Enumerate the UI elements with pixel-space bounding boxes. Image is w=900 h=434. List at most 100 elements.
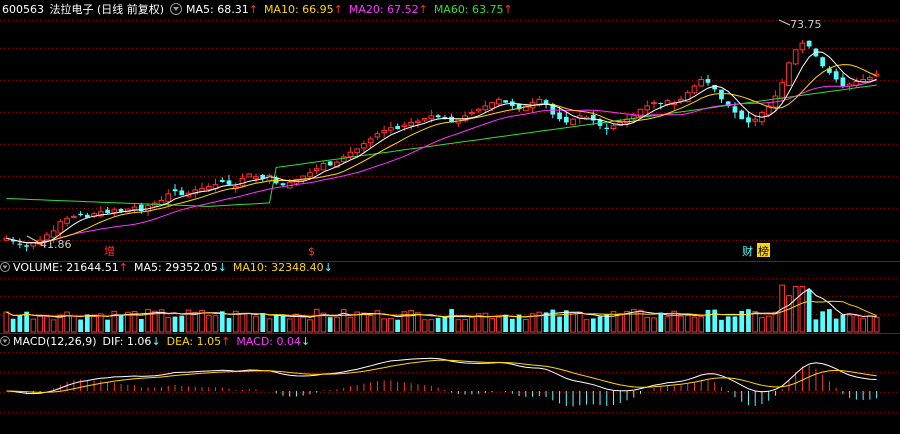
candle-body: [503, 100, 508, 103]
volume-bar: [3, 311, 10, 333]
volume-bar: [273, 315, 279, 332]
legend-arrow: ↓: [151, 335, 160, 348]
candle-body: [50, 230, 57, 238]
candle-body: [489, 102, 495, 109]
volume-bar: [597, 316, 603, 332]
volume-bar: [705, 309, 711, 332]
volume-bar: [698, 315, 705, 333]
candle-body: [165, 193, 172, 203]
volume-bar: [732, 316, 738, 332]
svg-text:41.86: 41.86: [40, 238, 72, 251]
candle-body: [367, 138, 374, 144]
volume-bar: [43, 316, 50, 333]
candle-body: [374, 133, 381, 138]
volume-bar: [489, 318, 495, 333]
candle-body: [604, 127, 610, 130]
candle-body: [327, 161, 333, 166]
candle-body: [779, 82, 786, 99]
candle-body: [179, 190, 185, 196]
marker-caibao[interactable]: 财: [742, 244, 753, 258]
candle-body: [833, 71, 839, 80]
marker-zeng[interactable]: 增: [104, 244, 115, 258]
volume-bar: [300, 316, 307, 333]
macd-dropdown-icon[interactable]: [0, 336, 10, 346]
volume-bar: [813, 319, 819, 332]
volume-bar: [84, 314, 90, 332]
volume-bar: [435, 317, 441, 332]
candle-body: [105, 209, 110, 214]
ma-legend: MA5: 68.31↑ MA10: 66.95↑ MA20: 67.52↑ MA60:…: [186, 3, 513, 16]
candle-body: [205, 186, 212, 190]
volume-bar: [853, 315, 860, 333]
candle-body: [752, 118, 759, 122]
volume-bar: [651, 317, 657, 333]
volume-bar: [78, 319, 83, 332]
candle-body: [820, 57, 826, 67]
legend-item: MACD: 0.04: [236, 335, 301, 348]
candle-body: [495, 98, 502, 105]
candle-body: [226, 180, 232, 185]
volume-bar: [17, 314, 23, 332]
volume-bar: [246, 312, 253, 333]
legend-item: MA10: 32348.40: [233, 261, 324, 274]
candle-body: [320, 162, 327, 171]
candle-body: [17, 243, 23, 245]
volume-bar: [462, 319, 468, 333]
stock-chart: 600563 法拉电子 (日线 前复权) MA5: 68.31↑ MA10: 66…: [0, 2, 900, 413]
candle-body: [435, 115, 441, 118]
volume-bar: [719, 319, 724, 332]
candle-body: [746, 117, 751, 123]
candle-body: [381, 129, 388, 134]
legend-arrow: ↑: [221, 335, 230, 348]
dropdown-triangle-icon[interactable]: [170, 3, 182, 15]
candle-body: [475, 108, 482, 112]
volume-bar: [522, 319, 529, 333]
volume-legend: VOLUME: 21644.51↑ MA5: 29352.05↓ MA10: 323…: [13, 261, 333, 274]
candle-body: [172, 189, 178, 192]
marker-bang[interactable]: 榜: [758, 244, 769, 258]
candle-body: [786, 62, 792, 86]
legend-arrow: ↑: [119, 261, 128, 274]
candle-body: [570, 118, 576, 126]
volume-bar: [313, 308, 320, 333]
volume-bar: [563, 310, 569, 332]
candle-body: [482, 105, 489, 111]
volume-bar: [557, 316, 562, 332]
ma20-line: [6, 79, 877, 244]
legend-item: MA5: 68.31: [186, 3, 249, 16]
volume-bar: [105, 319, 110, 332]
marker-dividend[interactable]: $: [308, 245, 315, 258]
volume-bar: [503, 314, 508, 332]
volume-bar: [712, 309, 718, 332]
volume-bar: [286, 318, 293, 333]
volume-bar: [179, 315, 185, 332]
volume-bar: [219, 311, 225, 332]
stock-title: 600563 法拉电子 (日线 前复权): [2, 2, 164, 16]
volume-bar: [765, 315, 772, 333]
volume-bar: [846, 314, 853, 333]
candle-body: [199, 188, 205, 192]
volume-bar: [806, 289, 812, 332]
legend-arrow: ↓: [324, 261, 333, 274]
legend-item: MA20: 67.52: [349, 3, 419, 16]
volume-bar: [347, 316, 354, 333]
candle-body: [806, 40, 812, 47]
volume-bar: [678, 315, 684, 333]
volume-bar: [253, 315, 259, 333]
volume-dropdown-icon[interactable]: [0, 262, 10, 272]
legend-item: VOLUME: 21644.51: [13, 261, 119, 274]
candle-body: [658, 102, 664, 104]
volume-bar: [367, 315, 374, 333]
candle-body: [415, 120, 421, 123]
volume-bar: [428, 319, 435, 333]
candle-body: [840, 77, 846, 87]
legend-item: MA10: 66.95: [264, 3, 334, 16]
volume-bar: [91, 314, 97, 333]
candle-body: [70, 215, 77, 218]
volume-bar: [752, 311, 759, 333]
candle-body: [57, 221, 64, 234]
candle-body: [691, 85, 698, 94]
volume-bar: [361, 312, 367, 333]
volume-bar: [495, 316, 502, 333]
candle-body: [408, 121, 415, 127]
